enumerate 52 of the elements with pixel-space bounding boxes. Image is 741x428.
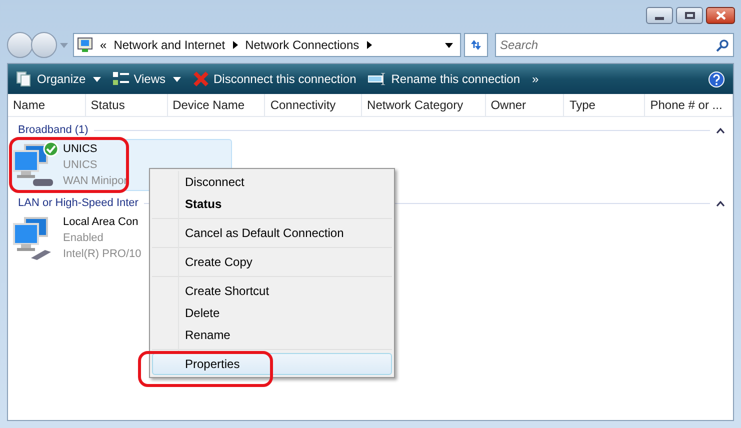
- toolbar-button[interactable]: Views: [112, 70, 180, 88]
- menu-item[interactable]: Status: [152, 193, 392, 215]
- breadcrumb[interactable]: Network Connections: [245, 36, 360, 54]
- connection-status: Enabled: [63, 231, 104, 246]
- menu-item[interactable]: Create Copy: [152, 251, 392, 273]
- network-folder-icon: [77, 37, 93, 53]
- search-icon: [716, 39, 729, 52]
- arrow-icon: [233, 41, 238, 49]
- more-button[interactable]: »: [532, 70, 539, 88]
- pages-icon: [16, 71, 32, 87]
- device-name: Intel(R) PRO/10: [63, 247, 142, 262]
- column-header[interactable]: Type: [564, 94, 646, 116]
- collapse-icon[interactable]: [716, 128, 725, 134]
- column-header[interactable]: Status: [86, 94, 168, 116]
- address-bar[interactable]: « Network and Internet Network Connections: [73, 33, 461, 57]
- connection-status: UNICS: [63, 158, 98, 173]
- column-header[interactable]: Network Category: [362, 94, 486, 116]
- toolbar-button[interactable]: Organize: [16, 70, 101, 88]
- menu-item[interactable]: Properties: [152, 353, 392, 375]
- rename-icon: [368, 73, 386, 85]
- caret-icon: [445, 42, 453, 48]
- column-header[interactable]: Phone # or ...: [645, 94, 734, 116]
- address-overflow[interactable]: «: [100, 36, 107, 54]
- close-icon: [192, 71, 208, 87]
- column-header[interactable]: Device Name: [168, 94, 266, 116]
- toolbar-button[interactable]: Disconnect this connection: [192, 70, 356, 88]
- device-name: WAN Minipor: [63, 174, 128, 189]
- help-icon[interactable]: [708, 70, 725, 88]
- menu-item[interactable]: Create Shortcut: [152, 280, 392, 302]
- views-icon: [112, 72, 129, 86]
- refresh-button[interactable]: [464, 33, 488, 57]
- menu-item[interactable]: Delete: [152, 302, 392, 324]
- menu-item[interactable]: Rename: [152, 324, 392, 346]
- menu-item[interactable]: Cancel as Default Connection: [152, 222, 392, 244]
- refresh-icon: [469, 39, 483, 51]
- column-header[interactable]: Owner: [486, 94, 564, 116]
- minimize-button[interactable]: [646, 7, 673, 24]
- arrow-icon: [367, 41, 372, 49]
- column-header[interactable]: Name: [8, 94, 86, 116]
- toolbar-button[interactable]: Rename this connection: [368, 70, 520, 88]
- breadcrumb[interactable]: Network and Internet: [114, 36, 226, 54]
- connection-name: Local Area Con: [63, 215, 140, 230]
- group-header[interactable]: LAN or High-Speed Inter: [18, 195, 138, 212]
- connection-name: UNICS: [63, 142, 98, 157]
- group-header[interactable]: Broadband (1): [18, 122, 88, 139]
- caret-icon: [60, 42, 68, 48]
- column-header[interactable]: Connectivity: [265, 94, 362, 116]
- search-field[interactable]: Search: [495, 33, 734, 57]
- maximize-button[interactable]: [676, 7, 703, 24]
- collapse-icon[interactable]: [716, 200, 725, 206]
- close-icon: [716, 11, 726, 20]
- close-button[interactable]: [706, 7, 735, 24]
